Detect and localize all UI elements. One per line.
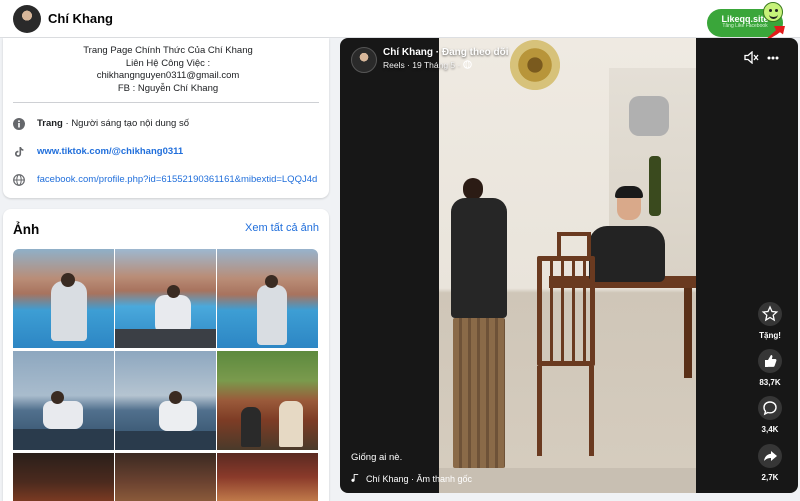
photo-thumbnail[interactable] bbox=[115, 453, 216, 501]
reel-video-player[interactable]: Chí Khang · Đang theo dõi Reels · 19 Thá… bbox=[340, 38, 798, 493]
gift-star-icon bbox=[761, 305, 779, 322]
more-icon[interactable] bbox=[767, 56, 779, 60]
reel-author-name[interactable]: Chí Khang bbox=[383, 47, 433, 58]
music-note-icon bbox=[351, 473, 359, 482]
photo-thumbnail[interactable] bbox=[217, 453, 318, 501]
bio-line: Trang Page Chính Thức Của Chí Khang bbox=[83, 45, 253, 56]
page-bio: Trang Page Chính Thức Của Chí Khang Liên… bbox=[43, 45, 293, 95]
share-icon bbox=[764, 451, 777, 461]
page-avatar[interactable] bbox=[13, 5, 41, 33]
info-icon bbox=[13, 118, 25, 130]
tiktok-icon bbox=[15, 147, 24, 157]
likeqq-badge-sub: Tăng Like Facebook bbox=[722, 23, 768, 29]
photos-title: Ảnh bbox=[13, 222, 40, 237]
comment-count: 3,4K bbox=[761, 425, 779, 434]
reel-audio[interactable]: Chí Khang · Âm thanh gốc bbox=[351, 473, 473, 484]
globe-icon bbox=[462, 60, 472, 69]
facebook-row: facebook.com/profile.php?id=615521903611… bbox=[13, 172, 323, 188]
smiley-icon bbox=[763, 2, 783, 22]
reel-meta-text: Reels · 19 Tháng 5 · bbox=[383, 60, 461, 70]
like-button[interactable] bbox=[758, 349, 782, 373]
reel-video-frame bbox=[439, 38, 696, 493]
photo-thumbnail[interactable] bbox=[115, 249, 216, 348]
bio-line: chikhangnguyen0311@gmail.com bbox=[96, 70, 240, 82]
reel-audio-label: Chí Khang · Âm thanh gốc bbox=[366, 474, 473, 484]
follow-status[interactable]: · Đang theo dõi bbox=[433, 47, 509, 58]
photo-thumbnail[interactable] bbox=[13, 453, 114, 501]
gift-label: Tặng! bbox=[759, 331, 781, 340]
page-header: Chí Khang Likeqq.site Tăng Like Facebook bbox=[0, 0, 800, 40]
reel-author-avatar[interactable] bbox=[351, 47, 377, 73]
category-row: Trang · Người sáng tạo nội dung số bbox=[13, 116, 323, 132]
tiktok-link[interactable]: www.tiktok.com/@chikhang0311 bbox=[37, 144, 183, 160]
photo-thumbnail[interactable] bbox=[13, 351, 114, 450]
page-name[interactable]: Chí Khang bbox=[48, 11, 113, 26]
comment-button[interactable] bbox=[758, 396, 782, 420]
see-all-photos-link[interactable]: Xem tất cả ảnh bbox=[245, 222, 319, 234]
thumbs-up-icon bbox=[765, 355, 777, 367]
tiktok-row: www.tiktok.com/@chikhang0311 bbox=[13, 144, 323, 160]
comment-icon bbox=[763, 401, 777, 416]
category-label: Trang bbox=[37, 118, 63, 129]
photo-thumbnail[interactable] bbox=[115, 351, 216, 450]
bio-line: Liên Hệ Công Việc : bbox=[125, 57, 211, 69]
photo-thumbnail[interactable] bbox=[13, 249, 114, 348]
share-count: 2,7K bbox=[761, 473, 779, 482]
like-count: 83,7K bbox=[759, 378, 781, 387]
facebook-link[interactable]: facebook.com/profile.php?id=615521903611… bbox=[37, 172, 317, 188]
intro-card: Trang Page Chính Thức Của Chí Khang Liên… bbox=[3, 38, 329, 198]
speaker-muted-icon[interactable] bbox=[744, 51, 759, 64]
gift-button[interactable] bbox=[758, 302, 782, 326]
category-value: · Người sáng tạo nội dung số bbox=[62, 118, 190, 129]
reel-caption: Giống ai nè. bbox=[351, 452, 403, 463]
bio-line: FB : Nguyễn Chí Khang bbox=[117, 82, 219, 94]
globe-icon bbox=[13, 174, 25, 186]
photos-card: Ảnh Xem tất cả ảnh bbox=[3, 209, 329, 501]
photo-thumbnail[interactable] bbox=[217, 351, 318, 450]
divider bbox=[13, 102, 319, 103]
photo-thumbnail[interactable] bbox=[217, 249, 318, 348]
reel-author: Chí Khang · Đang theo dõi bbox=[383, 47, 509, 58]
share-button[interactable] bbox=[758, 444, 782, 468]
reel-meta: Reels · 19 Tháng 5 · bbox=[383, 60, 472, 70]
